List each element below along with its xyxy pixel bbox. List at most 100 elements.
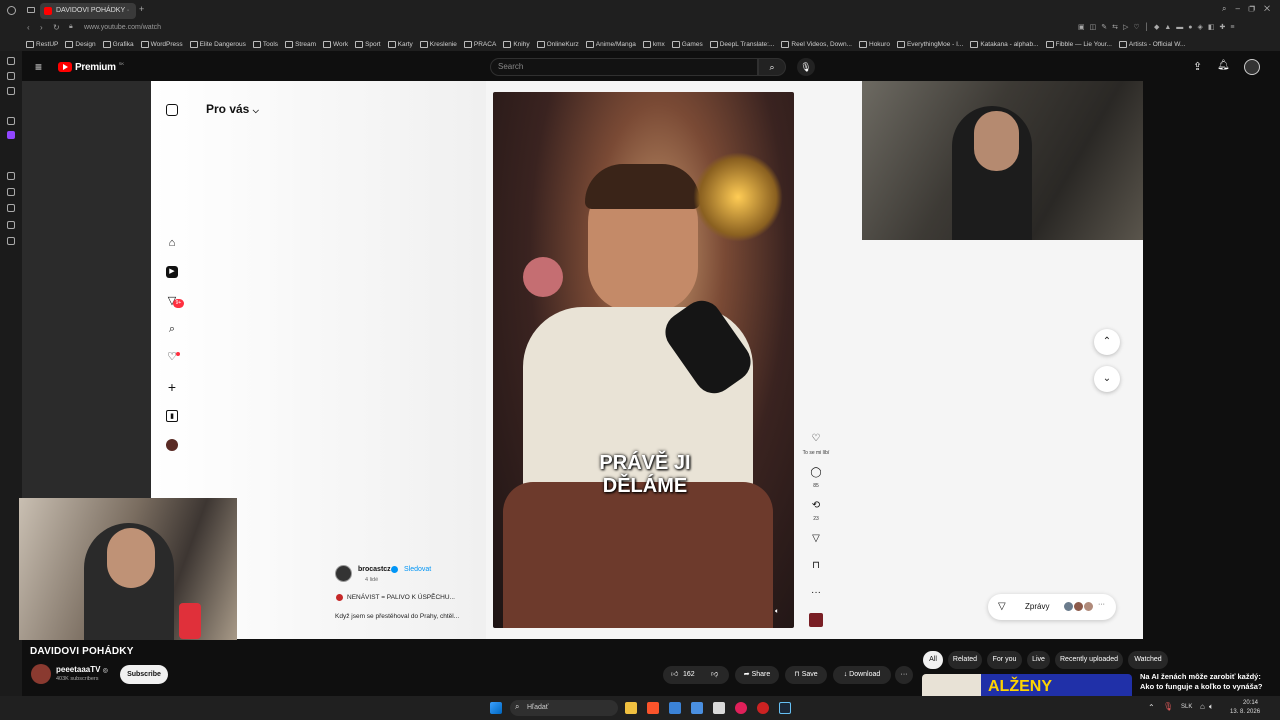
window-controls[interactable]: ⌕–❐✕: [1222, 4, 1279, 14]
search-icon[interactable]: ⌕: [166, 323, 178, 335]
bookmark-item[interactable]: OnlineKurz: [537, 41, 579, 48]
home-icon[interactable]: ⌂: [166, 237, 178, 249]
windows-start-icon[interactable]: [490, 702, 502, 714]
bookmark-item[interactable]: Grafika: [103, 41, 134, 48]
sidebar-app-icon[interactable]: [7, 117, 15, 125]
sidebar-app-icon[interactable]: [7, 188, 15, 196]
brave-browser-icon[interactable]: [647, 702, 659, 714]
app-icon[interactable]: [669, 702, 681, 714]
chip-recently-uploaded[interactable]: Recently uploaded: [1055, 651, 1123, 669]
profile-avatar[interactable]: [166, 439, 178, 451]
back-icon[interactable]: ‹: [27, 23, 30, 32]
audio-thumbnail[interactable]: [809, 613, 823, 627]
browser-menu-icon[interactable]: [7, 6, 16, 15]
hamburger-menu-icon[interactable]: ≡: [35, 61, 42, 73]
download-button[interactable]: ↓ Download: [833, 666, 891, 684]
clock-time[interactable]: 20:14: [1243, 700, 1258, 706]
extension-icons[interactable]: ▣◫✎⇆▷♡│◆▲▬●◈◧✚≡: [1078, 23, 1239, 31]
microphone-icon[interactable]: 🎙︎: [797, 58, 815, 76]
bookmark-item[interactable]: RestUP: [26, 41, 58, 48]
share-icon[interactable]: ▽: [806, 533, 826, 544]
chip-live[interactable]: Live: [1027, 651, 1050, 669]
bookmark-item[interactable]: Anime/Manga: [586, 41, 636, 48]
bookmark-item[interactable]: Work: [323, 41, 348, 48]
bookmark-item[interactable]: Design: [65, 41, 95, 48]
follow-link[interactable]: Sledovat: [404, 566, 431, 573]
opera-gx-icon[interactable]: [735, 702, 747, 714]
more-actions-button[interactable]: ···: [895, 666, 913, 684]
messages-button[interactable]: ▽ Zprávy: [988, 594, 1116, 620]
insights-icon[interactable]: ▮: [166, 410, 178, 422]
reload-icon[interactable]: ↻: [53, 23, 60, 32]
next-reel-button[interactable]: ⌄: [1094, 366, 1120, 392]
chip-all[interactable]: All: [923, 651, 943, 669]
post-title[interactable]: NENÁVIST = PALIVO K ÚSPĚCHU...: [347, 594, 455, 601]
youtube-logo[interactable]: Premium SK: [58, 61, 124, 73]
bookmark-item[interactable]: Fibble — Lie Your...: [1046, 41, 1112, 48]
repost-icon[interactable]: ⟲: [806, 500, 826, 511]
bookmark-item[interactable]: Sport: [355, 41, 381, 48]
author-name[interactable]: brocastcz: [358, 566, 391, 573]
recommended-thumbnail[interactable]: ALŽENY: [922, 674, 1132, 696]
subscribe-button[interactable]: Subscribe: [120, 665, 168, 684]
volume-icon[interactable]: 🔈︎: [775, 608, 779, 616]
twitch-icon[interactable]: [7, 131, 15, 139]
bookmark-item[interactable]: Reel Videos, Down...: [781, 41, 852, 48]
post-snippet[interactable]: Když jsem se přestěhoval do Prahy, chtěl…: [335, 613, 459, 620]
bookmark-item[interactable]: PRACA: [464, 41, 496, 48]
avatar[interactable]: [1244, 59, 1260, 75]
search-input[interactable]: Search: [490, 58, 758, 76]
channel-avatar[interactable]: [31, 664, 51, 684]
feed-selector[interactable]: Pro vás ⌵: [206, 102, 259, 116]
bookmark-item[interactable]: Kreslenie: [420, 41, 457, 48]
notifications-bell-icon[interactable]: 🔔︎: [1217, 60, 1230, 71]
reels-icon[interactable]: ▶: [166, 266, 178, 278]
bookmark-item[interactable]: Karty: [388, 41, 413, 48]
chip-for-you[interactable]: For you: [987, 651, 1022, 669]
app-icon[interactable]: [757, 702, 769, 714]
comment-icon[interactable]: ◯: [806, 467, 826, 478]
browser-tab[interactable]: DAVIDOVI POHÁDKY ·: [40, 3, 136, 19]
tab-manager-icon[interactable]: [27, 7, 35, 13]
clock-date[interactable]: 13. 8. 2026: [1230, 709, 1260, 715]
bookmark-item[interactable]: DeepL Translate:...: [710, 41, 775, 48]
taskbar-search-input[interactable]: Hľadať: [510, 700, 618, 716]
bookmark-item[interactable]: Games: [672, 41, 703, 48]
app-icon[interactable]: [713, 702, 725, 714]
bookmark-item[interactable]: Tools: [253, 41, 278, 48]
share-button[interactable]: ➦ Share: [735, 666, 779, 684]
tray-chevron-icon[interactable]: ⌃: [1148, 703, 1155, 712]
bookmark-item[interactable]: Knihy: [503, 41, 529, 48]
bookmark-item[interactable]: kmx: [643, 41, 665, 48]
upload-icon[interactable]: ⇪: [1193, 60, 1202, 73]
author-avatar[interactable]: [335, 565, 352, 582]
bookmark-item[interactable]: Artists - Official W...: [1119, 41, 1186, 48]
bookmark-icon[interactable]: ⊓: [806, 560, 826, 571]
sidebar-app-icon[interactable]: [7, 57, 15, 65]
bookmark-item[interactable]: Elite Dangerous: [190, 41, 246, 48]
new-tab-button[interactable]: +: [139, 4, 144, 14]
steam-icon[interactable]: [779, 702, 791, 714]
bookmark-item[interactable]: EverythingMoe - I...: [897, 41, 963, 48]
address-bar-url[interactable]: www.youtube.com/watch: [84, 24, 161, 31]
search-button[interactable]: ⌕: [758, 58, 786, 76]
bookmark-item[interactable]: Stream: [285, 41, 316, 48]
forward-icon[interactable]: ›: [40, 23, 43, 32]
app-icon[interactable]: [691, 702, 703, 714]
previous-reel-button[interactable]: ⌃: [1094, 329, 1120, 355]
save-button[interactable]: ⊓ Save: [785, 666, 827, 684]
sidebar-app-icon[interactable]: [7, 237, 15, 245]
bookmark-item[interactable]: Katakana - alphab...: [970, 41, 1038, 48]
file-explorer-icon[interactable]: [625, 702, 637, 714]
instagram-logo-icon[interactable]: [166, 104, 178, 116]
create-plus-icon[interactable]: +: [166, 380, 178, 394]
recommended-title[interactable]: Na AI ženách môže zarobiť každý: Ako to …: [1140, 672, 1270, 692]
like-dislike-group[interactable]: 👍︎ 162 👎︎: [663, 666, 729, 684]
sidebar-app-icon[interactable]: [7, 172, 15, 180]
microphone-tray-icon[interactable]: 🎙︎: [1163, 702, 1173, 711]
sidebar-app-icon[interactable]: [7, 221, 15, 229]
more-options-icon[interactable]: ···: [806, 587, 826, 598]
channel-name[interactable]: peeetaaaTV ◎: [56, 665, 108, 674]
chip-watched[interactable]: Watched: [1128, 651, 1168, 669]
sidebar-app-icon[interactable]: [7, 87, 15, 95]
